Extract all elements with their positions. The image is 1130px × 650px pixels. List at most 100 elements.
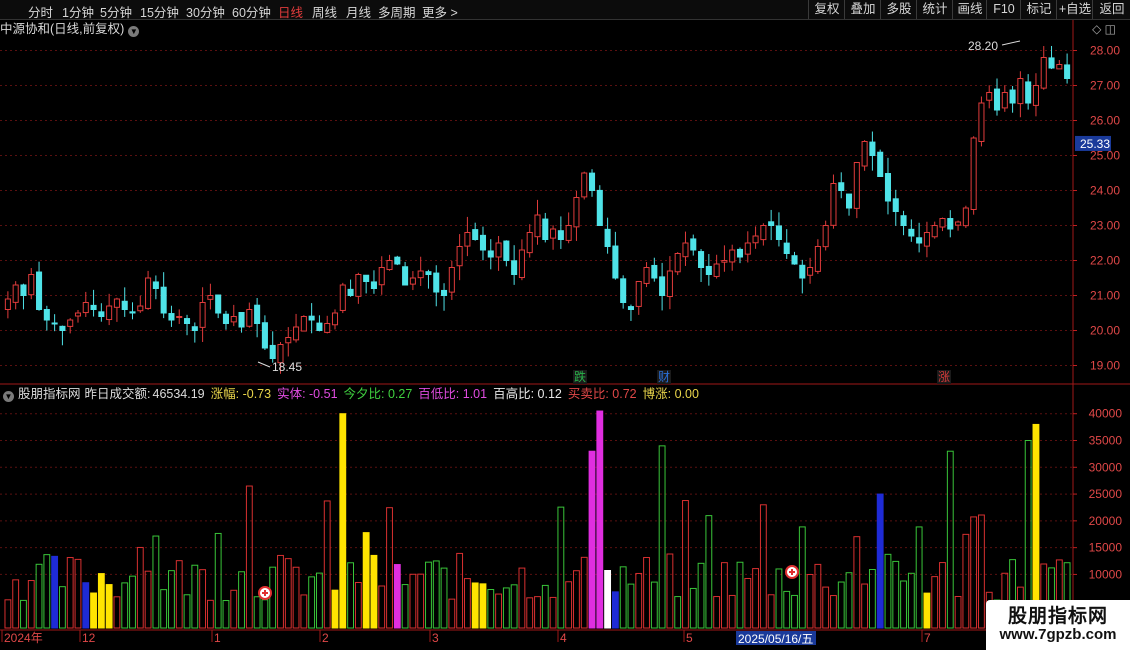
high-price-label: 28.20: [968, 39, 998, 53]
volume-bar: [650, 581, 658, 629]
volume-bar: [245, 485, 253, 629]
candle-down: [651, 264, 658, 279]
date-cursor-label: 2025/05/16/五: [738, 632, 813, 646]
volume-bar: [907, 572, 915, 629]
volume-tick-label: 40000: [1089, 407, 1123, 421]
candle-up: [246, 309, 253, 327]
candle-down: [370, 281, 377, 290]
volume-bar: [759, 504, 767, 629]
volume-bar: [502, 587, 510, 629]
candle-up: [923, 232, 930, 247]
volume-bar: [487, 589, 495, 629]
current-price-label: 25.33: [1080, 137, 1110, 151]
volume-bar: [736, 561, 744, 629]
candle-down: [1048, 57, 1055, 69]
candle-down: [511, 260, 518, 275]
candle-down: [557, 230, 564, 241]
candle-down: [993, 88, 1001, 111]
volume-bar: [300, 594, 308, 629]
volume-bar: [199, 569, 207, 629]
candle-up: [931, 225, 938, 238]
volume-bar: [97, 573, 105, 629]
candle-up: [199, 302, 206, 328]
volume-bar: [806, 573, 814, 629]
candle-down: [425, 271, 432, 276]
candle-down: [768, 221, 775, 226]
volume-bar: [440, 567, 448, 629]
candle-down: [129, 311, 136, 314]
volume-bar: [643, 557, 650, 629]
candle-up: [82, 302, 89, 314]
volume-bar: [861, 583, 869, 629]
date-label: 2024年: [4, 631, 43, 645]
volume-bar: [830, 595, 837, 629]
volume-bar: [728, 594, 736, 629]
candle-down: [363, 274, 370, 282]
volume-bar: [222, 600, 230, 629]
watermark-url: www.7gpzb.com: [999, 626, 1117, 643]
volume-bar: [27, 580, 35, 629]
candle-down: [690, 238, 697, 251]
indicator-name: 股朋指标网: [18, 387, 81, 401]
volume-bar: [588, 450, 596, 629]
candle-down: [900, 215, 907, 227]
date-label: 4: [560, 631, 567, 645]
prev-volume-value: 46534.19: [152, 387, 205, 401]
price-tick-label: 26.00: [1090, 114, 1120, 128]
candle-down: [612, 245, 619, 279]
volume-bar: [463, 578, 471, 629]
candle-up: [378, 267, 385, 286]
indicator-options-icon[interactable]: ▼: [3, 391, 14, 402]
volume-bar: [277, 554, 284, 629]
price-tick-label: 27.00: [1090, 79, 1120, 93]
candle-up: [386, 260, 393, 271]
volume-bar: [90, 592, 97, 629]
candle-up: [752, 235, 759, 244]
volume-bar: [518, 567, 526, 629]
candle-up: [176, 316, 183, 318]
candle-up: [861, 141, 868, 167]
volume-bar: [347, 562, 355, 629]
volume-bar: [635, 572, 643, 629]
volume-bar: [175, 560, 183, 629]
candle-down: [783, 242, 790, 255]
site-watermark: 股朋指标网 www.7gpzb.com: [986, 600, 1130, 650]
candle-down: [916, 237, 923, 244]
volume-bar: [66, 557, 74, 629]
candle-down: [261, 322, 268, 349]
volume-bar: [51, 555, 59, 629]
candle-down: [433, 272, 440, 293]
volume-tick-label: 35000: [1089, 434, 1123, 448]
volume-bar: [401, 584, 409, 629]
candle-down: [604, 228, 611, 247]
volume-bar: [596, 410, 604, 629]
candle-up: [978, 102, 985, 142]
candle-down: [308, 315, 315, 321]
candle-up: [814, 246, 821, 272]
candle-down: [479, 234, 487, 251]
volume-bar: [954, 595, 962, 629]
candle-up: [565, 225, 572, 241]
candle-down: [215, 294, 222, 314]
volume-bar: [837, 581, 845, 629]
volume-bar: [479, 583, 487, 629]
volume-bar: [876, 493, 884, 629]
volume-bar: [978, 514, 985, 629]
candle-down: [168, 313, 175, 321]
volume-bar: [316, 572, 323, 629]
kline-chart[interactable]: 28.0027.0026.0025.0024.0023.0022.0021.00…: [0, 0, 1130, 650]
volume-bar: [666, 553, 674, 629]
volume-bar: [510, 584, 518, 629]
candle-up: [74, 312, 82, 317]
volume-bar: [58, 586, 66, 629]
volume-bar: [783, 590, 791, 629]
candle-down: [269, 344, 276, 360]
volume-bar: [720, 562, 728, 629]
candle-down: [316, 322, 323, 332]
volume-bar: [697, 562, 705, 629]
volume-bar: [82, 582, 90, 629]
low-price-label: 18.45: [272, 360, 302, 374]
candle-up: [955, 221, 962, 226]
volume-bar: [798, 526, 806, 629]
volume-bar: [129, 575, 136, 629]
